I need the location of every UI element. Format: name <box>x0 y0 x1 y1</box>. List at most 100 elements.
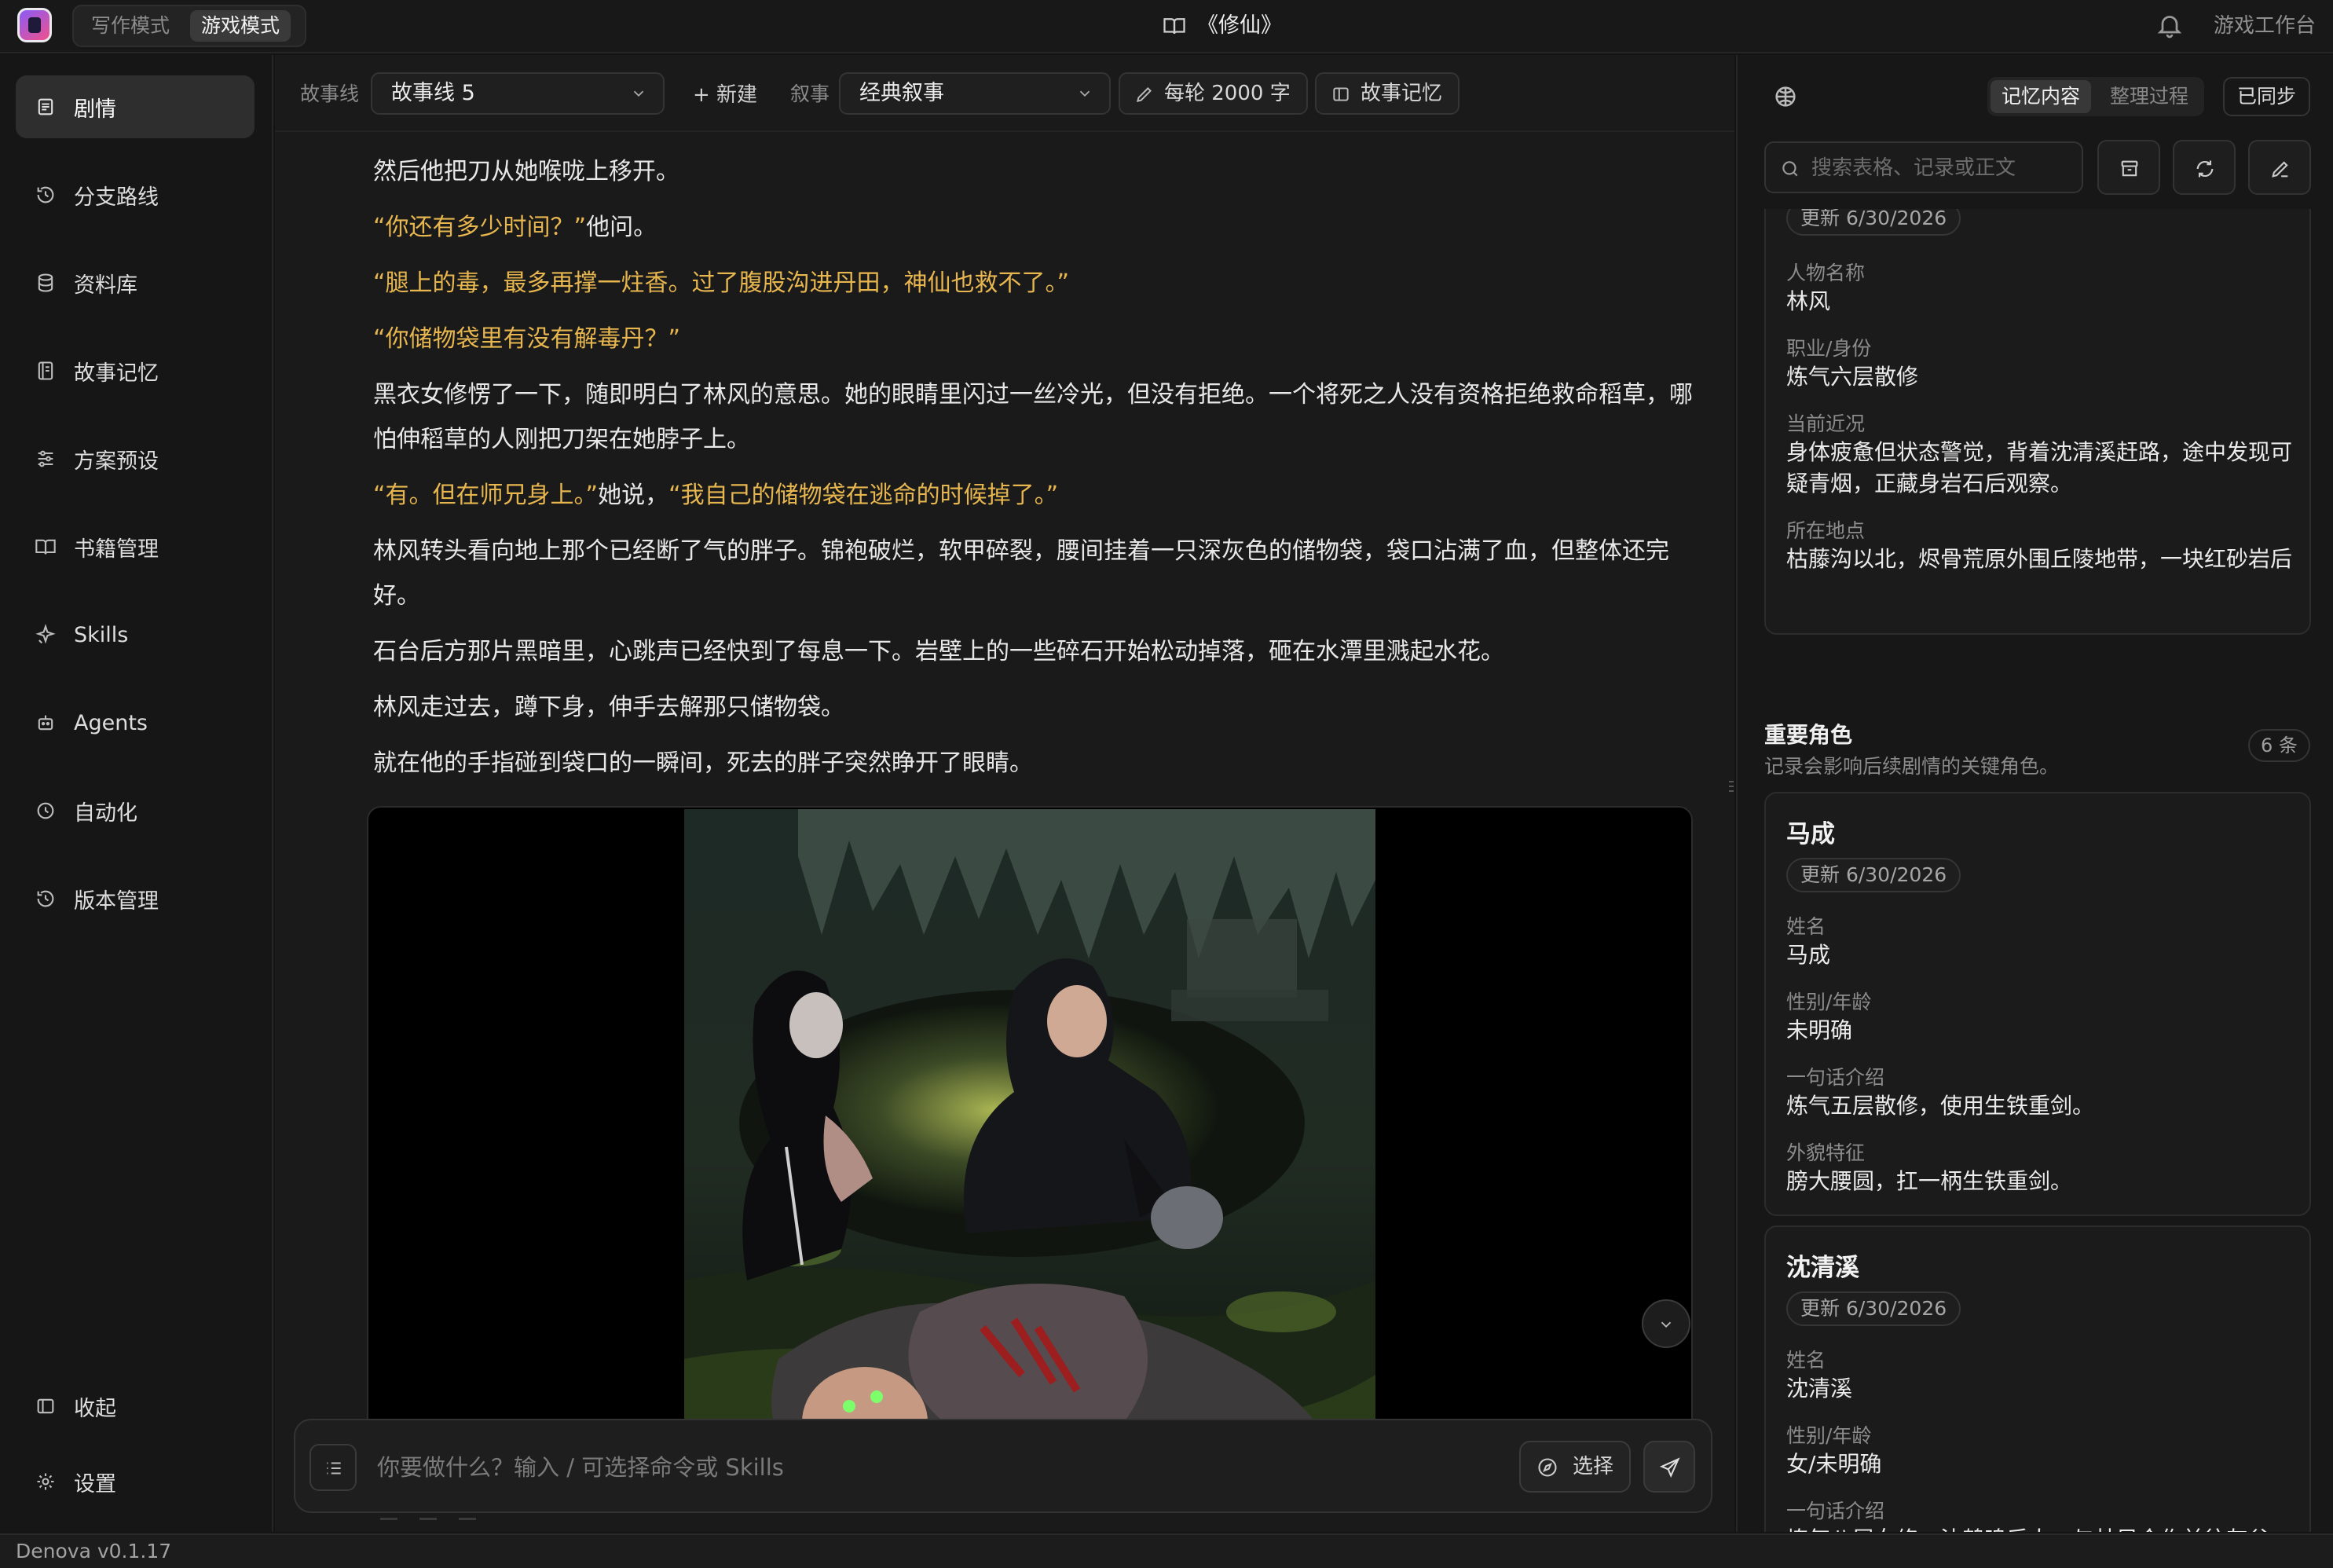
dialogue-text: “你还有多少时间？” <box>373 214 587 241</box>
panel-left-icon <box>37 1398 54 1414</box>
words-per-turn-label: 每轮 2000 字 <box>1164 82 1291 105</box>
panel-resize-handle[interactable] <box>1727 778 1735 801</box>
sidebar-item-label: 分支路线 <box>74 185 159 210</box>
sidebar-item-label: 版本管理 <box>74 888 159 914</box>
protagonist-card: 更新 6/30/2026 人物名称 林风 职业/身份 炼气六层散修 当前近况 身… <box>1764 209 2311 635</box>
character-name: 沈清溪 <box>1786 1254 1859 1282</box>
story-paragraph: “你还有多少时间？”他问。 <box>373 205 1693 250</box>
field-value: 炼气六层散修 <box>1786 364 1919 390</box>
story-paragraph: 林风转头看向地上那个已经断了气的胖子。锦袍破烂，软甲碎裂，腰间挂着一只深灰色的储… <box>373 529 1693 618</box>
action-input[interactable] <box>377 1444 1477 1491</box>
bell-icon[interactable] <box>2155 11 2184 39</box>
game-mode-tab[interactable]: 游戏模式 <box>190 10 291 42</box>
sidebar-item-automation[interactable]: 自动化 <box>16 779 255 842</box>
faint-toolbar-icons <box>380 1518 476 1529</box>
database-icon <box>38 273 53 292</box>
send-icon <box>1659 1457 1680 1478</box>
sidebar-item-presets[interactable]: 方案预设 <box>16 427 255 490</box>
tab-organize-process[interactable]: 整理过程 <box>2099 80 2199 113</box>
narration-text: 他问。 <box>586 214 657 241</box>
narration-text: 林风走过去，蹲下身，伸手去解那只储物袋。 <box>373 694 844 721</box>
gear-icon <box>37 1473 54 1490</box>
command-menu-button[interactable] <box>309 1444 357 1491</box>
game-workbench-link[interactable]: 游戏工作台 <box>2214 11 2316 41</box>
sidebar-item-agents[interactable]: Agents <box>16 691 255 754</box>
pencil-icon <box>2272 161 2288 178</box>
story-toolbar: 故事线 故事线 5 + 新建 叙事 经典叙事 每轮 2000 字 故事记忆 <box>275 55 1734 132</box>
edit-button[interactable] <box>2248 140 2311 195</box>
sidebar-item-label: Agents <box>74 710 148 735</box>
scene-illustration <box>367 806 1693 1513</box>
sidebar-item-plot[interactable]: 剧情 <box>16 75 255 138</box>
field-label: 职业/身份 <box>1786 337 1872 360</box>
pencil-icon <box>1136 87 1152 103</box>
narration-text: 林风转头看向地上那个已经断了气的胖子。锦袍破烂，软甲碎裂，腰间挂着一只深灰色的储… <box>373 537 1669 610</box>
send-button[interactable] <box>1643 1441 1695 1493</box>
field-value: 炼气五层散修，使用生铁重剑。 <box>1786 1093 2095 1119</box>
character-card[interactable]: 沈清溪 更新 6/30/2026 姓名 沈清溪 性别/年龄 女/未明确 一句话介… <box>1764 1225 2311 1532</box>
sliders-icon <box>38 450 53 467</box>
write-mode-tab[interactable]: 写作模式 <box>80 10 181 42</box>
choose-button[interactable]: 选择 <box>1519 1441 1631 1493</box>
story-paragraph: 然后他把刀从她喉咙上移开。 <box>373 149 1693 194</box>
app-logo-icon[interactable] <box>17 8 52 42</box>
collapse-sidebar-button[interactable]: 收起 <box>16 1375 255 1438</box>
memory-panel: 记忆内容 整理过程 已同步 更新 6/30/2026 人物名称 林风 职业/身份… <box>1736 55 2333 1532</box>
brain-icon[interactable] <box>1772 83 1799 110</box>
sidebar-item-versions[interactable]: 版本管理 <box>16 867 255 930</box>
refresh-button[interactable] <box>2173 140 2236 195</box>
archive-button[interactable] <box>2097 140 2160 195</box>
narrative-select[interactable]: 经典叙事 <box>839 72 1111 115</box>
list-icon <box>327 1462 341 1475</box>
memory-tabs: 记忆内容 整理过程 <box>1987 77 2204 116</box>
synced-button[interactable]: 已同步 <box>2223 77 2311 116</box>
left-sidebar: 剧情 分支路线 资料库 故事记忆 方案预设 书籍管理 Skills Agents… <box>0 55 273 1532</box>
storyline-label: 故事线 <box>300 82 360 105</box>
narrative-label: 叙事 <box>790 82 830 105</box>
narration-text: 黑衣女修愣了一下，随即明白了林风的意思。她的眼睛里闪过一丝冷光，但没有拒绝。一个… <box>373 381 1693 453</box>
notebook-icon <box>38 361 53 380</box>
sidebar-item-skills[interactable]: Skills <box>16 603 255 666</box>
storyline-select[interactable]: 故事线 5 <box>371 72 665 115</box>
updated-chip: 更新 6/30/2026 <box>1786 209 1961 236</box>
open-book-icon <box>1163 18 1185 35</box>
field-label: 性别/年龄 <box>1786 1424 1872 1447</box>
history-icon <box>37 186 54 203</box>
story-memory-button[interactable]: 故事记忆 <box>1315 72 1460 115</box>
narration-text: 就在他的手指碰到袋口的一瞬间，死去的胖子突然睁开了眼睛。 <box>373 749 1033 777</box>
story-paragraph: 石台后方那片黑暗里，心跳声已经快到了每息一下。岩壁上的一些碎石开始松动掉落，砸在… <box>373 629 1693 674</box>
scroll-to-bottom-button[interactable] <box>1642 1299 1690 1348</box>
tab-memory-content[interactable]: 记忆内容 <box>1991 80 2092 113</box>
field-value: 马成 <box>1786 942 1831 968</box>
memory-scroll-area[interactable]: 更新 6/30/2026 人物名称 林风 职业/身份 炼气六层散修 当前近况 身… <box>1738 209 2333 1532</box>
choose-label: 选择 <box>1573 1455 1614 1478</box>
sidebar-item-label: 书籍管理 <box>74 537 159 562</box>
sidebar-item-label: 故事记忆 <box>74 361 159 386</box>
story-paragraph: “你储物袋里有没有解毒丹？” <box>373 317 1693 361</box>
sidebar-item-books[interactable]: 书籍管理 <box>16 515 255 578</box>
new-storyline-button[interactable]: + 新建 <box>693 79 757 108</box>
sidebar-item-story-memory[interactable]: 故事记忆 <box>16 339 255 402</box>
story-paragraph: “有。但在师兄身上。”她说，“我自己的储物袋在逃命的时候掉了。” <box>373 473 1693 518</box>
field-label: 一句话介绍 <box>1786 1500 1885 1522</box>
scene-image <box>684 809 1375 1511</box>
app-version: Denova v0.1.17 <box>16 1540 172 1563</box>
field-value: 枯藤沟以北，烬骨荒原外围丘陵地带，一块红砂岩后 <box>1786 546 2293 572</box>
section-title: 重要角色 <box>1764 722 1853 748</box>
sidebar-item-library[interactable]: 资料库 <box>16 251 255 314</box>
chevron-down-icon <box>633 90 644 97</box>
storyline-value: 故事线 5 <box>391 81 475 105</box>
story-paragraph: “腿上的毒，最多再撑一炷香。过了腹股沟进丹田，神仙也救不了。” <box>373 261 1693 306</box>
field-label: 当前近况 <box>1786 412 1866 435</box>
memory-search-input[interactable] <box>1811 151 2071 185</box>
field-value: 女/未明确 <box>1786 1451 1882 1477</box>
updated-chip: 更新 6/30/2026 <box>1786 1291 1961 1326</box>
character-card[interactable]: 马成 更新 6/30/2026 姓名 马成 性别/年龄 未明确 一句话介绍 炼气… <box>1764 792 2311 1216</box>
sidebar-item-branches[interactable]: 分支路线 <box>16 163 255 226</box>
story-memory-label: 故事记忆 <box>1361 82 1443 105</box>
refresh-icon <box>2196 160 2214 178</box>
settings-button[interactable]: 设置 <box>16 1450 255 1513</box>
words-per-turn-button[interactable]: 每轮 2000 字 <box>1119 72 1308 115</box>
story-paragraph: 林风走过去，蹲下身，伸手去解那只储物袋。 <box>373 685 1693 730</box>
collapse-label: 收起 <box>74 1396 116 1421</box>
